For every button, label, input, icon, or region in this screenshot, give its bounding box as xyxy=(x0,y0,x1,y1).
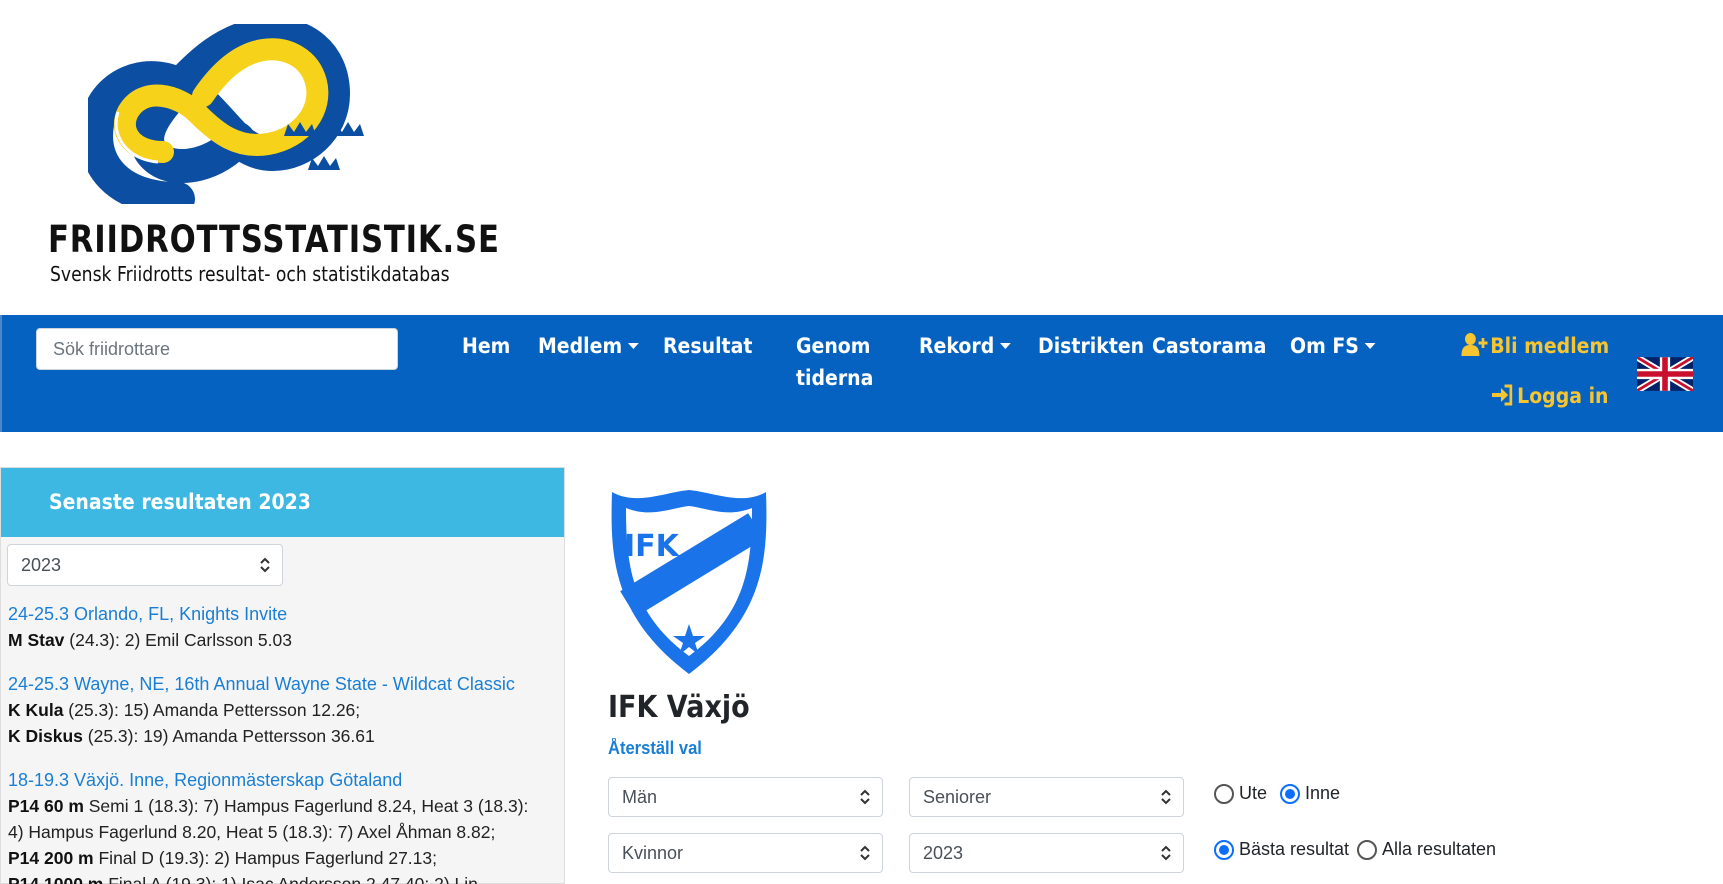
result-text: (25.3): 19) Amanda Pettersson 36.61 xyxy=(82,726,375,746)
nav-distrikten[interactable]: Distrikten xyxy=(1038,330,1144,362)
chevron-down-icon xyxy=(1364,342,1376,349)
result-event: K Kula xyxy=(8,700,64,720)
club-logo-text-top: IFK xyxy=(624,529,681,564)
result-line: M Stav (24.3): 2) Emil Carlsson 5.03 xyxy=(8,627,558,653)
list-item: 18-19.3 Växjö. Inne, Regionmästerskap Gö… xyxy=(8,767,558,884)
main-year-select[interactable]: 2023 xyxy=(909,833,1184,873)
select-arrows-icon xyxy=(1161,845,1171,861)
nav-hem[interactable]: Hem xyxy=(462,330,510,362)
year-select[interactable]: 2023 xyxy=(7,544,283,586)
result-title-link[interactable]: 18-19.3 Växjö. Inne, Regionmästerskap Gö… xyxy=(8,767,558,793)
latest-results-heading-text: Senaste resultaten 2023 xyxy=(49,490,311,514)
sign-in-icon xyxy=(1492,384,1513,406)
list-item: 24-25.3 Wayne, NE, 16th Annual Wayne Sta… xyxy=(8,671,558,749)
uk-flag-icon[interactable] xyxy=(1637,357,1693,391)
logo-subtitle: Svensk Friidrotts resultat- och statisti… xyxy=(50,262,450,286)
result-text: (24.3): 2) Emil Carlsson 5.03 xyxy=(64,630,292,650)
user-plus-icon xyxy=(1461,333,1488,356)
logo-title: FRIIDROTTSSTATISTIK.SE xyxy=(48,218,500,261)
bli-medlem-link[interactable]: Bli medlem xyxy=(1461,330,1609,362)
select-arrows-icon xyxy=(860,845,870,861)
radio-alla-label: Alla resultaten xyxy=(1382,839,1497,859)
main-navbar: Hem Medlem Resultat Genomtiderna Rekord … xyxy=(0,315,1723,432)
select-arrows-icon xyxy=(1161,789,1171,805)
radio-ute-circle[interactable] xyxy=(1214,783,1234,804)
logga-in-label: Logga in xyxy=(1517,384,1609,408)
radio-inne[interactable]: Inne xyxy=(1280,783,1340,804)
result-line: K Kula (25.3): 15) Amanda Pettersson 12.… xyxy=(8,697,558,723)
nav-genom-label-2: tiderna xyxy=(796,366,874,390)
result-line: P14 1000 m Final A (19.3): 1) Isac Ander… xyxy=(8,871,558,884)
result-text: 4) Hampus Fagerlund 8.20, Heat 5 (18.3):… xyxy=(8,822,496,842)
latest-results-heading: Senaste resultaten 2023 xyxy=(1,468,564,537)
chevron-down-icon xyxy=(627,342,639,349)
club-shield-icon: IFK VÄXJÖ xyxy=(611,490,767,674)
chevron-down-icon xyxy=(999,342,1011,349)
nav-genom-label-1: Genom xyxy=(796,334,871,358)
gender-select[interactable]: Män xyxy=(608,777,883,817)
latest-results-panel: Senaste resultaten 2023 2023 24-25.3 Orl… xyxy=(0,467,565,884)
results-list: 24-25.3 Orlando, FL, Knights Invite M St… xyxy=(8,601,558,884)
bli-medlem-label: Bli medlem xyxy=(1490,334,1609,358)
nav-genom-tiderna[interactable]: Genom tiderna xyxy=(796,330,873,394)
result-text: Final A (19.3): 1) Isac Andersson 2.47.4… xyxy=(103,874,493,884)
result-title-link[interactable]: 24-25.3 Orlando, FL, Knights Invite xyxy=(8,601,558,627)
nav-resultat[interactable]: Resultat xyxy=(663,330,752,362)
nav-rekord-dropdown[interactable]: Rekord xyxy=(919,330,1011,362)
search-input[interactable] xyxy=(36,328,398,370)
nav-om-fs-dropdown[interactable]: Om FS xyxy=(1290,330,1376,362)
logga-in-link[interactable]: Logga in xyxy=(1492,380,1609,412)
nav-rekord-label: Rekord xyxy=(919,334,995,358)
result-text: (25.3): 15) Amanda Pettersson 12.26; xyxy=(63,700,361,720)
category-select[interactable]: Seniorer xyxy=(909,777,1184,817)
nav-medlem-dropdown[interactable]: Medlem xyxy=(538,330,639,362)
radio-ute-label: Ute xyxy=(1239,783,1268,803)
select-arrows-icon xyxy=(260,557,270,573)
radio-inne-label: Inne xyxy=(1305,783,1341,803)
result-event: M Stav xyxy=(8,630,65,650)
gender-select-2[interactable]: Kvinnor xyxy=(608,833,883,873)
result-title-link[interactable]: 24-25.3 Wayne, NE, 16th Annual Wayne Sta… xyxy=(8,671,558,697)
result-event: K Diskus xyxy=(8,726,83,746)
result-line: P14 60 m Semi 1 (18.3): 7) Hampus Fagerl… xyxy=(8,793,558,819)
result-line: 4) Hampus Fagerlund 8.20, Heat 5 (18.3):… xyxy=(8,819,558,845)
reset-selection-link[interactable]: Återställ val xyxy=(608,738,702,759)
result-text: Final D (19.3): 2) Hampus Fagerlund 27.1… xyxy=(93,848,437,868)
result-line: P14 200 m Final D (19.3): 2) Hampus Fage… xyxy=(8,845,558,871)
result-text: Semi 1 (18.3): 7) Hampus Fagerlund 8.24,… xyxy=(83,796,529,816)
nav-om-fs-label: Om FS xyxy=(1290,334,1359,358)
radio-inne-circle[interactable] xyxy=(1280,783,1300,804)
radio-alla-circle[interactable] xyxy=(1357,839,1377,860)
infinity-logo-icon xyxy=(88,24,364,204)
result-event: P14 60 m xyxy=(8,796,84,816)
gender-select-value: Män xyxy=(622,787,658,807)
site-logo[interactable]: FRIIDROTTSSTATISTIK.SE Svensk Friidrotts… xyxy=(40,24,499,286)
category-select-value: Seniorer xyxy=(923,787,992,807)
radio-basta-circle[interactable] xyxy=(1214,839,1234,860)
main-year-select-value: 2023 xyxy=(923,843,964,863)
nav-castorama[interactable]: Castorama xyxy=(1152,330,1266,362)
club-name-heading: IFK Växjö xyxy=(608,690,750,725)
result-line: K Diskus (25.3): 19) Amanda Pettersson 3… xyxy=(8,723,558,749)
result-event: P14 200 m xyxy=(8,848,94,868)
list-item: 24-25.3 Orlando, FL, Knights Invite M St… xyxy=(8,601,558,653)
result-event: P14 1000 m xyxy=(8,874,104,884)
radio-alla-resultaten[interactable]: Alla resultaten xyxy=(1357,839,1496,860)
radio-basta-label: Bästa resultat xyxy=(1239,839,1350,859)
select-arrows-icon xyxy=(860,789,870,805)
gender-select-2-value: Kvinnor xyxy=(622,843,684,863)
radio-basta-resultat[interactable]: Bästa resultat xyxy=(1214,839,1349,860)
year-select-value: 2023 xyxy=(21,555,62,575)
radio-ute[interactable]: Ute xyxy=(1214,783,1267,804)
nav-medlem-label: Medlem xyxy=(538,334,623,358)
